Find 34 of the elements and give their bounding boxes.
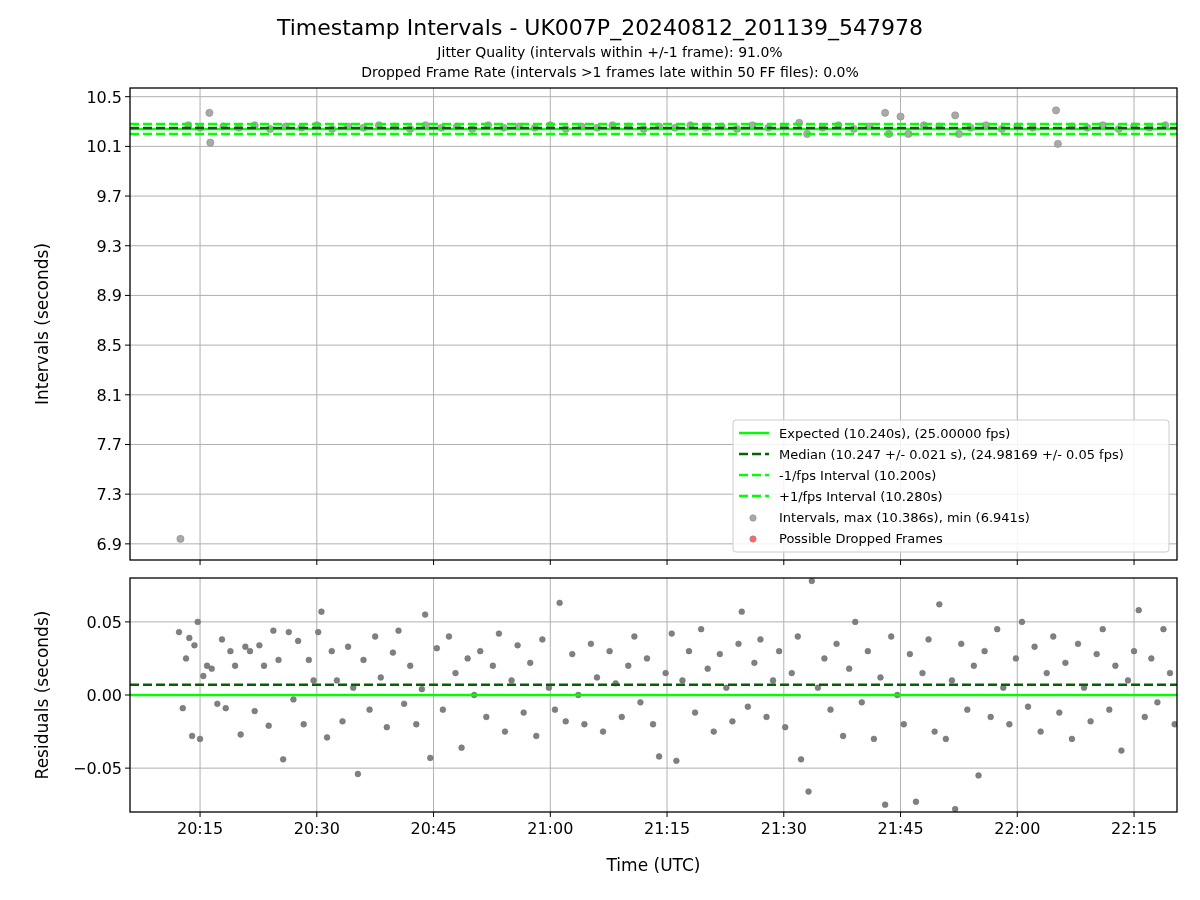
tick-label: 21:00 (527, 819, 574, 838)
tick-label: 8.5 (96, 336, 122, 356)
tick-label: 20:30 (293, 819, 340, 838)
tick-label: 0.00 (86, 686, 122, 705)
tick-label: −0.05 (72, 759, 122, 779)
tick-label: 9.3 (96, 236, 122, 256)
tick-label: 0.05 (86, 612, 122, 632)
legend-label: Expected (10.240s), (25.00000 fps) (779, 426, 1011, 441)
tick-label: 7.7 (96, 435, 122, 455)
legend-label: Intervals, max (10.386s), min (6.941s) (779, 510, 1030, 525)
axis-label: Residuals (seconds) (32, 610, 52, 780)
legend-label: Median (10.247 +/- 0.021 s), (24.98169 +/- 0.05 fps) (779, 447, 1124, 462)
tick-label: 9.7 (96, 187, 122, 207)
tick-label: 8.1 (96, 385, 122, 405)
axis-label: Intervals (seconds) (32, 242, 52, 406)
figure-subtitle: Dropped Frame Rate (intervals >1 frames late within 50 FF files): 0.0% (361, 63, 859, 82)
tick-label: 6.9 (96, 534, 122, 554)
legend-label: Possible Dropped Frames (779, 531, 943, 546)
legend-label: -1/fps Interval (10.200s) (779, 468, 937, 483)
tick-label: 21:45 (877, 819, 924, 838)
tick-label: 20:15 (177, 819, 224, 838)
tick-label: 10.5 (86, 87, 122, 107)
tick-label: 7.3 (96, 485, 122, 505)
tick-label: 10.1 (86, 137, 122, 157)
tick-label: 20:45 (410, 819, 457, 838)
tick-label: 21:15 (644, 819, 691, 838)
tick-label: 22:15 (1111, 819, 1158, 838)
figure-title: Timestamp Intervals - UK007P_20240812_201139_547978 (276, 14, 924, 42)
legend-label: +1/fps Interval (10.280s) (779, 489, 943, 504)
tick-label: 21:30 (760, 819, 807, 838)
axis-label: Time (UTC) (606, 855, 701, 875)
tick-label: 22:00 (994, 819, 1041, 838)
tick-label: 8.9 (96, 286, 122, 306)
figure-subtitle: Jitter Quality (intervals within +/-1 frame): 91.0% (437, 43, 783, 62)
